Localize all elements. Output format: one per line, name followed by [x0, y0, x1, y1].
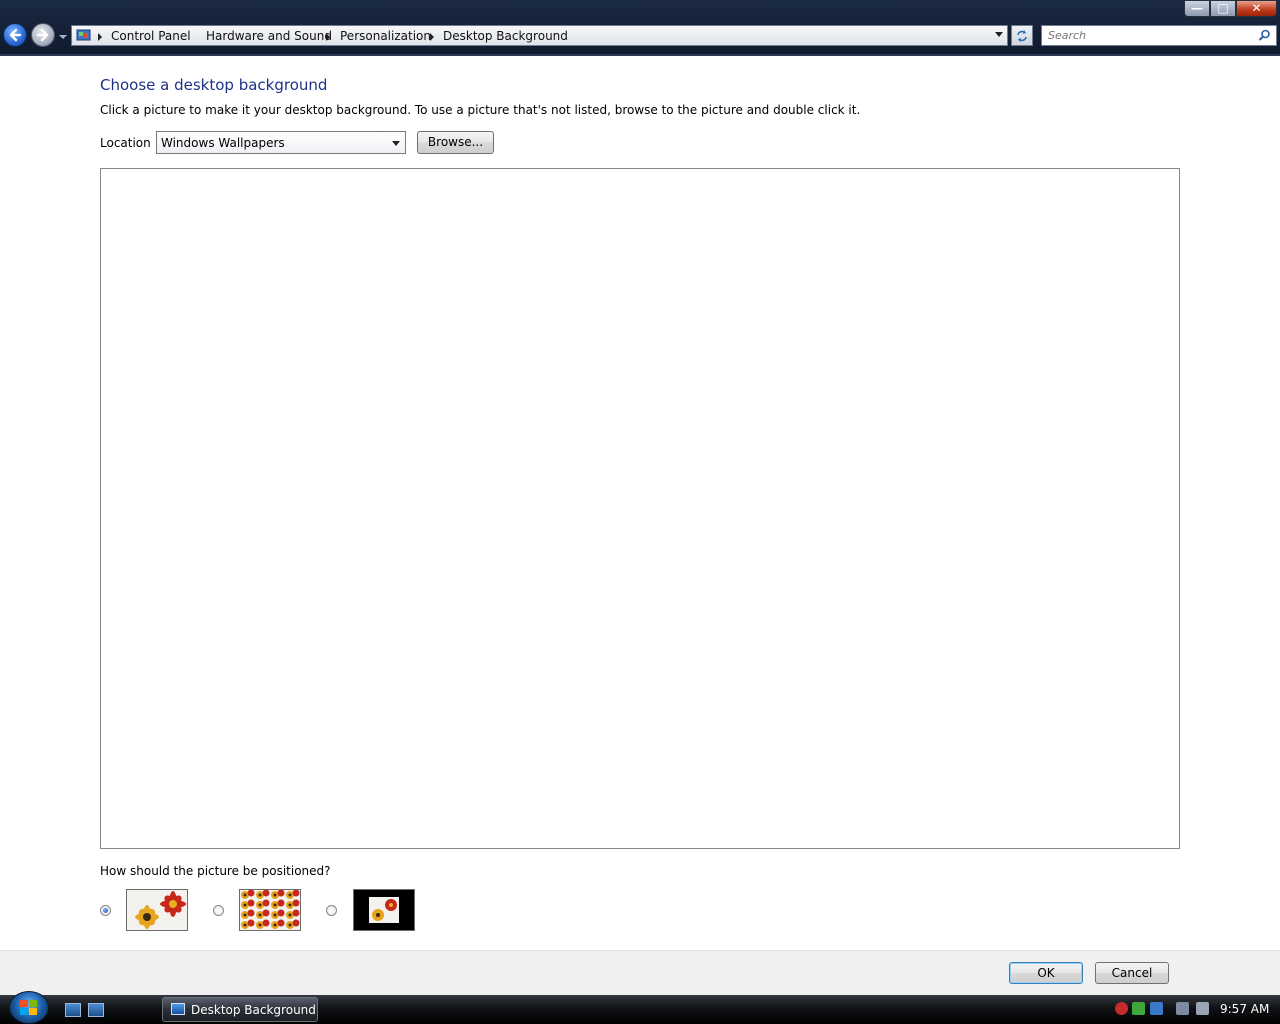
- security-alert-icon[interactable]: [1115, 1002, 1128, 1015]
- desktop-background-icon: [171, 1003, 185, 1015]
- maximize-button[interactable]: □: [1210, 0, 1236, 17]
- arrow-right-icon: [36, 28, 49, 42]
- network-icon[interactable]: [1176, 1002, 1189, 1015]
- minimize-button[interactable]: —: [1184, 0, 1210, 17]
- taskbar-button-label: Desktop Background: [191, 1003, 316, 1017]
- picture-list[interactable]: [100, 168, 1180, 849]
- switch-windows-icon[interactable]: [88, 1003, 104, 1017]
- windows-update-icon[interactable]: [1150, 1002, 1163, 1015]
- start-button[interactable]: [9, 991, 49, 1024]
- location-selected-value: Windows Wallpapers: [161, 136, 285, 150]
- breadcrumb-hardware-and-sound[interactable]: Hardware and Sound: [206, 29, 332, 43]
- position-question: How should the picture be positioned?: [100, 864, 331, 878]
- search-icon[interactable]: [1258, 29, 1271, 42]
- ok-button[interactable]: OK: [1009, 962, 1083, 984]
- refresh-button[interactable]: [1011, 25, 1033, 46]
- volume-muted-icon[interactable]: [1196, 1002, 1209, 1015]
- location-select[interactable]: Windows Wallpapers: [156, 131, 406, 154]
- flower-center-icon: [369, 897, 399, 923]
- position-center-radio[interactable]: [326, 905, 337, 916]
- search-input[interactable]: [1046, 28, 1250, 43]
- control-panel-icon: [76, 29, 91, 41]
- close-button[interactable]: ✕: [1236, 0, 1277, 17]
- breadcrumb-control-panel[interactable]: Control Panel: [111, 29, 191, 43]
- flower-tile-icon: [241, 890, 300, 929]
- position-tile-radio[interactable]: [213, 905, 224, 916]
- close-icon: ✕: [1251, 1, 1262, 15]
- windows-logo-icon: [20, 1000, 37, 1015]
- breadcrumb-personalization[interactable]: Personalization: [340, 29, 431, 43]
- taskbar-button-desktop-background[interactable]: Desktop Background: [162, 997, 318, 1022]
- instructions-text: Click a picture to make it your desktop …: [100, 103, 861, 117]
- show-desktop-icon[interactable]: [65, 1003, 81, 1017]
- dialog-footer: [0, 950, 1280, 996]
- chevron-down-icon[interactable]: [995, 32, 1003, 37]
- address-bar[interactable]: Control Panel Hardware and Sound Persona…: [71, 25, 1008, 46]
- maximize-icon: □: [1217, 1, 1229, 15]
- refresh-icon: [1017, 30, 1027, 42]
- cancel-button[interactable]: Cancel: [1095, 962, 1169, 984]
- flower-fit-icon: [135, 891, 186, 929]
- position-fit-thumbnail[interactable]: [126, 889, 188, 931]
- breadcrumb-desktop-background[interactable]: Desktop Background: [443, 29, 568, 43]
- page-title: Choose a desktop background: [100, 76, 328, 94]
- position-center-thumbnail[interactable]: [353, 889, 415, 931]
- recent-pages-dropdown-icon[interactable]: [58, 32, 68, 42]
- taskbar-clock[interactable]: 9:57 AM: [1220, 1002, 1269, 1016]
- security-center-icon[interactable]: [1132, 1002, 1145, 1015]
- location-label: Location: [100, 136, 151, 150]
- arrow-left-icon: [9, 28, 22, 42]
- browse-button[interactable]: Browse...: [417, 131, 494, 154]
- position-tile-thumbnail[interactable]: [239, 889, 301, 931]
- minimize-icon: —: [1191, 1, 1203, 15]
- position-fit-radio[interactable]: [100, 905, 111, 916]
- search-box[interactable]: [1041, 25, 1277, 46]
- breadcrumb-separator-icon: [98, 33, 102, 41]
- chrome-separator: [0, 54, 1280, 56]
- chevron-down-icon: [392, 141, 400, 146]
- back-button[interactable]: [3, 23, 27, 47]
- forward-button[interactable]: [31, 23, 55, 47]
